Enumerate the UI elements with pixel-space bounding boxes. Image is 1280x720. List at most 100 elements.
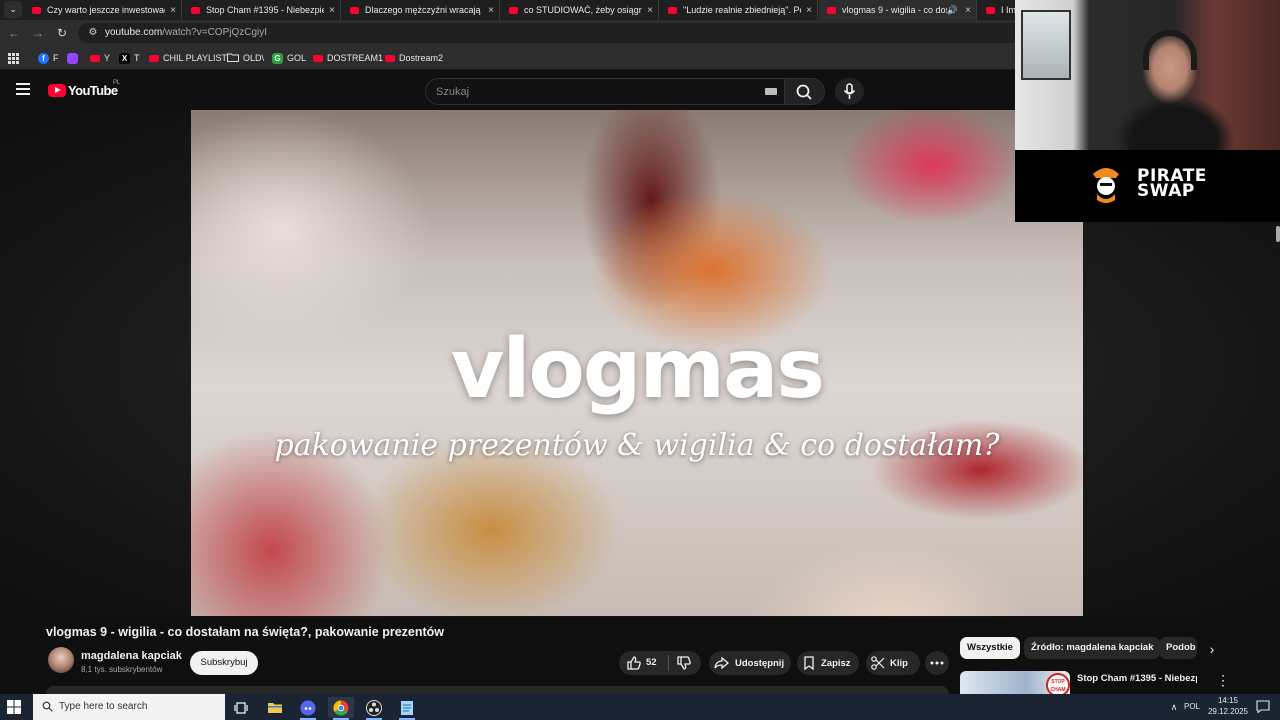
apps-grid-icon[interactable] bbox=[8, 50, 19, 66]
task-view-icon[interactable] bbox=[228, 697, 254, 718]
browser-tab[interactable]: co STUDIOWAĆ, żeby osiągnąć × bbox=[501, 0, 659, 20]
obs-icon[interactable] bbox=[361, 697, 387, 720]
clip-button[interactable]: Klip bbox=[866, 651, 920, 675]
chip-all[interactable]: Wszystkie bbox=[960, 637, 1020, 659]
youtube-logo[interactable]: YouTube bbox=[48, 83, 118, 98]
youtube-icon bbox=[149, 54, 159, 62]
speaker-icon[interactable]: 🔊 bbox=[947, 5, 958, 16]
recommendation-title[interactable]: Stop Cham #1395 - Niebezpieczne i chamsk… bbox=[1077, 672, 1197, 694]
discord-icon[interactable] bbox=[295, 697, 321, 720]
video-player[interactable]: vlogmas pakowanie prezentów & wigilia & … bbox=[191, 110, 1083, 616]
search-icon bbox=[796, 84, 812, 100]
chevron-right-icon[interactable]: › bbox=[1202, 639, 1222, 659]
back-arrow-icon[interactable]: ← bbox=[5, 24, 23, 42]
bookmark-facebook[interactable]: f F bbox=[38, 50, 59, 66]
notification-center-icon[interactable] bbox=[1256, 700, 1270, 713]
keyboard-icon[interactable] bbox=[765, 88, 777, 95]
youtube-icon bbox=[90, 54, 100, 62]
close-tab-icon[interactable]: × bbox=[642, 5, 658, 16]
search-icon bbox=[42, 701, 53, 712]
search-box bbox=[425, 78, 785, 105]
thumbs-down-icon bbox=[677, 656, 691, 670]
page-scrollbar-thumb[interactable] bbox=[1276, 226, 1280, 242]
bookmark-folder-old[interactable]: OLD\ bbox=[227, 50, 264, 66]
reload-icon[interactable]: ↻ bbox=[53, 24, 71, 42]
clock-date[interactable]: 29.12.2025 bbox=[1206, 707, 1250, 716]
site-info-icon[interactable]: ⚙ bbox=[86, 26, 100, 40]
channel-name[interactable]: magdalena kapciak bbox=[81, 650, 182, 662]
browser-tab[interactable]: Stop Cham #1395 - Niebezpiec × bbox=[183, 0, 341, 20]
more-actions-button[interactable] bbox=[925, 651, 949, 675]
bookmark-label: T bbox=[134, 53, 140, 63]
file-explorer-icon[interactable] bbox=[262, 697, 288, 718]
windows-start-icon[interactable] bbox=[6, 699, 22, 715]
close-tab-icon[interactable]: × bbox=[483, 5, 499, 16]
subscribe-button[interactable]: Subskrybuj bbox=[190, 651, 258, 675]
more-vertical-icon[interactable]: ⋮ bbox=[1216, 672, 1230, 688]
bookmark-label: F bbox=[53, 53, 59, 63]
share-label: Udostępnij bbox=[735, 657, 785, 669]
voice-search-button[interactable] bbox=[835, 78, 864, 105]
video-caption-main: vlogmas bbox=[450, 322, 825, 417]
x-icon: X bbox=[119, 52, 130, 64]
taskbar-search-box[interactable]: Type here to search bbox=[33, 694, 225, 720]
more-horizontal-icon bbox=[930, 661, 944, 665]
stop-cham-badge: STOP CHAM bbox=[1046, 673, 1070, 694]
youtube-play-icon bbox=[48, 84, 66, 97]
recommendation-thumbnail[interactable]: STOP CHAM bbox=[960, 671, 1070, 694]
browser-tab[interactable]: "Ludzie realnie zbiednieją". Pos × bbox=[660, 0, 818, 20]
clock-time[interactable]: 14:15 bbox=[1210, 696, 1246, 705]
description-box[interactable] bbox=[46, 686, 949, 694]
browser-tab-active[interactable]: vlogmas 9 - wigilia - co dos 🔊 × bbox=[819, 0, 977, 20]
tab-search-dropdown-icon[interactable]: ⌄ bbox=[4, 1, 22, 18]
close-tab-icon[interactable]: × bbox=[324, 5, 340, 16]
bookmark-youtube[interactable]: Y bbox=[90, 50, 110, 66]
forward-arrow-icon[interactable]: → bbox=[29, 24, 47, 42]
channel-avatar[interactable] bbox=[48, 647, 74, 673]
video-caption-sub: pakowanie prezentów & wigilia & co dosta… bbox=[274, 428, 1000, 463]
hamburger-menu-icon[interactable] bbox=[16, 83, 30, 97]
chip-source-channel[interactable]: Źródło: magdalena kapciak bbox=[1024, 637, 1161, 659]
bookmark-label: GOL bbox=[287, 53, 307, 63]
microphone-icon bbox=[843, 83, 856, 99]
bookmark-chil-playlist[interactable]: CHIL PLAYLIST bbox=[149, 50, 227, 66]
share-icon bbox=[714, 656, 730, 670]
tab-title: co STUDIOWAĆ, żeby osiągnąć bbox=[524, 5, 642, 15]
dislike-button[interactable] bbox=[676, 655, 692, 674]
chrome-icon[interactable] bbox=[328, 697, 354, 720]
pirate-mascot-icon bbox=[1093, 168, 1119, 203]
bookmark-dostream1[interactable]: DOSTREAM1 bbox=[313, 50, 383, 66]
facebook-icon: f bbox=[38, 52, 49, 64]
system-tray-chevron-up-icon[interactable]: ∧ bbox=[1168, 698, 1180, 716]
browser-tab[interactable]: Czy warto jeszcze inwestować w × bbox=[24, 0, 182, 20]
url-path: /watch?v=COPjQzCgiyI bbox=[162, 27, 268, 38]
bookmark-dostream2[interactable]: Dostream2 bbox=[385, 50, 443, 66]
save-label: Zapisz bbox=[821, 657, 851, 669]
tab-title: Stop Cham #1395 - Niebezpiec bbox=[206, 5, 324, 15]
search-button[interactable] bbox=[785, 78, 825, 105]
tab-title: "Ludzie realnie zbiednieją". Pos bbox=[683, 5, 801, 15]
bookmark-twitch[interactable] bbox=[67, 50, 82, 66]
browser-tab[interactable]: I Im bbox=[978, 0, 1018, 20]
bookmark-x[interactable]: X T bbox=[119, 50, 140, 66]
input-language[interactable]: POL bbox=[1184, 694, 1200, 720]
subscriber-count: 8,1 tys. subskrybentów bbox=[81, 665, 163, 674]
notepad-icon[interactable] bbox=[394, 697, 420, 720]
search-input[interactable] bbox=[436, 79, 756, 104]
browser-tab[interactable]: Dlaczego mężczyźni wracają do × bbox=[342, 0, 500, 20]
bookmark-gol[interactable]: G GOL bbox=[272, 50, 306, 66]
share-button[interactable]: Udostępnij bbox=[709, 651, 791, 675]
youtube-icon bbox=[313, 54, 323, 62]
bookmark-label: DOSTREAM1 bbox=[327, 53, 384, 63]
close-tab-icon[interactable]: × bbox=[165, 5, 181, 16]
save-button[interactable]: Zapisz bbox=[797, 651, 859, 675]
url-text[interactable]: youtube.com/watch?v=COPjQzCgiyI bbox=[105, 23, 267, 43]
like-divider bbox=[668, 655, 669, 671]
close-tab-icon[interactable]: × bbox=[801, 5, 817, 16]
like-button[interactable] bbox=[626, 655, 642, 674]
chip-similar[interactable]: Podob bbox=[1159, 637, 1197, 659]
sponsor-overlay: PIRATE SWAP bbox=[1015, 150, 1280, 222]
bookmark-icon bbox=[804, 656, 814, 671]
youtube-favicon-icon bbox=[509, 6, 518, 14]
close-tab-icon[interactable]: × bbox=[960, 5, 976, 16]
